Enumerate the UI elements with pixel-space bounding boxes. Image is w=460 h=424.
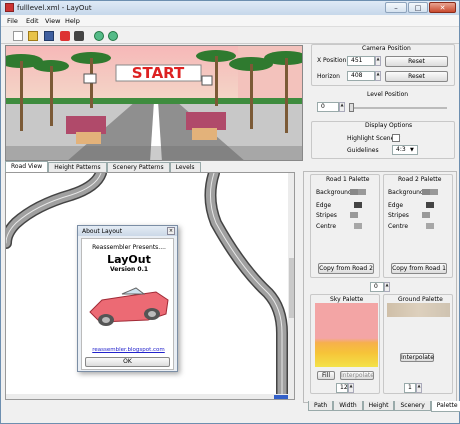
- road2-edge-label: Edge: [388, 202, 404, 209]
- menu-file[interactable]: File: [7, 17, 18, 25]
- save-icon[interactable]: [44, 31, 54, 41]
- tab-height[interactable]: Height: [362, 401, 395, 411]
- ground-index-spinner[interactable]: ▲: [416, 383, 422, 393]
- horizon-input[interactable]: 408: [347, 71, 375, 81]
- x-position-input[interactable]: 451: [347, 56, 375, 66]
- ground-gradient-swatch[interactable]: [387, 303, 450, 317]
- horizon-spinner[interactable]: ▲: [375, 71, 381, 81]
- menu-bar: File Edit View Help: [1, 15, 459, 27]
- road1-stripes-label: Stripes: [316, 212, 337, 219]
- about-app-name: LayOut: [107, 253, 151, 266]
- display-heading: Display Options: [365, 122, 413, 129]
- tab-palette[interactable]: Palette: [430, 401, 460, 412]
- minimize-button[interactable]: –: [385, 2, 407, 13]
- start-text: START: [132, 64, 185, 82]
- tab-path[interactable]: Path: [308, 401, 334, 411]
- sky-fill-button[interactable]: Fill: [317, 371, 335, 380]
- open-folder-icon[interactable]: [28, 31, 38, 41]
- palette-index-input[interactable]: 0: [370, 282, 384, 292]
- about-title: About Layout: [82, 228, 123, 235]
- close-button[interactable]: ✕: [429, 2, 456, 13]
- guidelines-label: Guidelines: [347, 147, 379, 154]
- road1-centre-swatch[interactable]: [354, 223, 362, 229]
- app-icon: [5, 3, 14, 12]
- road1-background-swatch-2[interactable]: [358, 189, 366, 195]
- edit-tabs: Path Width Height Scenery Palette: [308, 401, 460, 412]
- menu-view[interactable]: View: [45, 17, 60, 25]
- copy-from-road2-button[interactable]: Copy from Road 2: [318, 263, 374, 274]
- zoom-in-icon[interactable]: [94, 31, 104, 41]
- reset-x-button[interactable]: Reset: [385, 56, 448, 67]
- road2-background-swatch[interactable]: [422, 189, 430, 195]
- road2-background-label: Background: [388, 189, 424, 196]
- title-bar: fulllevel.xml - LayOut – □ ✕: [1, 1, 459, 15]
- tab-levels[interactable]: Levels: [169, 162, 201, 172]
- main-window: fulllevel.xml - LayOut – □ ✕ File Edit V…: [0, 0, 460, 424]
- tab-road-view[interactable]: Road View: [5, 161, 49, 172]
- new-file-icon[interactable]: [13, 31, 23, 41]
- close-icon[interactable]: ×: [167, 227, 175, 235]
- menu-edit[interactable]: Edit: [26, 17, 39, 25]
- road-black-icon[interactable]: [74, 31, 84, 41]
- road1-stripes-swatch[interactable]: [350, 212, 358, 218]
- road2-centre-label: Centre: [388, 223, 409, 230]
- copy-from-road1-button[interactable]: Copy from Road 1: [391, 263, 447, 274]
- road2-edge-swatch[interactable]: [426, 202, 434, 208]
- view-tabs: Road View Height Patterns Scenery Patter…: [5, 161, 201, 172]
- road1-centre-label: Centre: [316, 223, 337, 230]
- tab-scenery-patterns[interactable]: Scenery Patterns: [106, 162, 170, 172]
- sky-interpolate-button[interactable]: Interpolate: [340, 371, 374, 380]
- camera-heading: Camera Position: [362, 45, 411, 52]
- level-input[interactable]: 0: [317, 102, 339, 112]
- tab-width[interactable]: Width: [333, 401, 363, 411]
- toolbar: [1, 28, 459, 44]
- level-heading: Level Position: [367, 91, 409, 98]
- road1-background-swatch[interactable]: [350, 189, 358, 195]
- x-position-spinner[interactable]: ▲: [375, 56, 381, 66]
- road2-stripes-swatch[interactable]: [422, 212, 430, 218]
- sky-index-input[interactable]: 12: [336, 383, 348, 393]
- tab-scenery[interactable]: Scenery: [394, 401, 431, 411]
- about-dialog: About Layout × Reassembler Presents.... …: [77, 225, 178, 372]
- maximize-button[interactable]: □: [408, 2, 428, 13]
- menu-help[interactable]: Help: [65, 17, 80, 25]
- palette-index-spinner[interactable]: ▲: [384, 282, 390, 292]
- sky-heading: Sky Palette: [330, 296, 364, 303]
- about-presents: Reassembler Presents....: [92, 244, 166, 251]
- level-slider-thumb[interactable]: [349, 103, 354, 112]
- road1-edge-label: Edge: [316, 202, 332, 209]
- level-spinner[interactable]: ▲: [339, 102, 345, 112]
- ground-heading: Ground Palette: [398, 296, 443, 303]
- sky-gradient-swatch[interactable]: [315, 303, 378, 367]
- zoom-out-icon[interactable]: [108, 31, 118, 41]
- tab-height-patterns[interactable]: Height Patterns: [48, 162, 107, 172]
- road1-heading: Road 1 Palette: [326, 176, 370, 183]
- car-image: [89, 287, 169, 326]
- road2-stripes-label: Stripes: [388, 212, 409, 219]
- chevron-down-icon: ▼: [410, 147, 414, 153]
- highlight-scenery-checkbox[interactable]: [392, 134, 400, 142]
- road2-heading: Road 2 Palette: [398, 176, 442, 183]
- reset-horizon-button[interactable]: Reset: [385, 71, 448, 82]
- road1-edge-swatch[interactable]: [354, 202, 362, 208]
- ground-interpolate-button[interactable]: Interpolate: [400, 353, 434, 362]
- ground-index-input[interactable]: 1: [404, 383, 416, 393]
- window-title: fulllevel.xml - LayOut: [17, 4, 92, 12]
- sky-index-spinner[interactable]: ▲: [348, 383, 354, 393]
- road1-background-label: Background: [316, 189, 352, 196]
- road-preview[interactable]: START: [5, 45, 303, 161]
- road-red-icon[interactable]: [60, 31, 70, 41]
- road2-centre-swatch[interactable]: [426, 223, 434, 229]
- level-slider-track[interactable]: [349, 107, 447, 109]
- road-scene-image: START: [6, 46, 302, 160]
- road2-background-swatch-2[interactable]: [430, 189, 438, 195]
- about-version: Version 0.1: [109, 266, 149, 273]
- horizon-label: Horizon: [317, 73, 340, 80]
- guidelines-select[interactable]: 4:3: [392, 145, 418, 155]
- properties-pane: Road 1 Palette Background Edge Stripes C…: [303, 171, 460, 412]
- x-position-label: X Position: [317, 57, 347, 64]
- about-ok-button[interactable]: OK: [85, 357, 170, 367]
- about-link[interactable]: reassembler.blogspot.com: [83, 347, 174, 353]
